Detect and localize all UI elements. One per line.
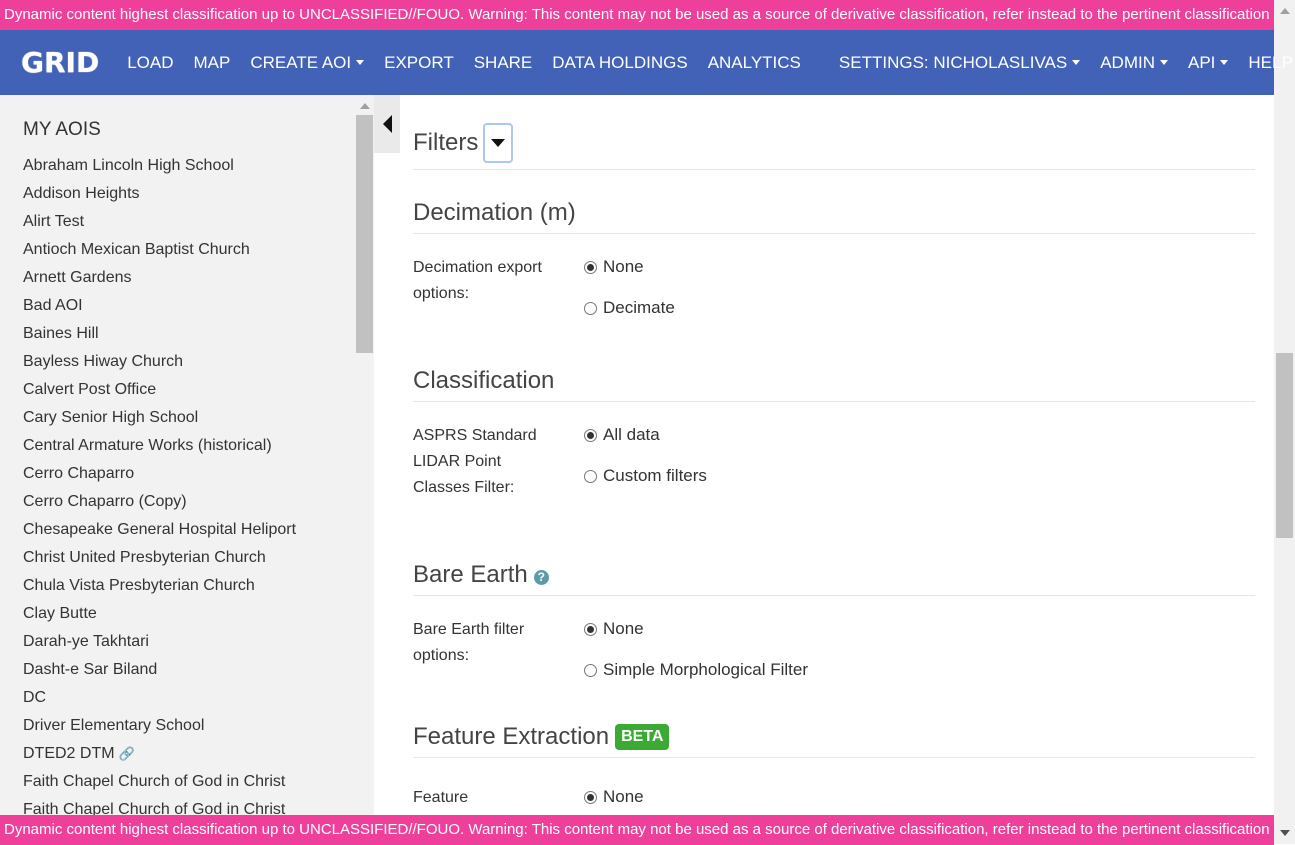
bare-earth-option-none[interactable]: None	[584, 619, 644, 639]
aoi-list-item[interactable]: Faith Chapel Church of God in Christ	[23, 799, 296, 815]
aoi-list-item[interactable]: Christ United Presbyterian Church	[23, 547, 296, 575]
caret-left-icon	[382, 115, 392, 133]
page-scrollbar-thumb[interactable]	[1276, 353, 1293, 538]
radio-button[interactable]	[584, 622, 597, 636]
radio-button[interactable]	[584, 469, 597, 483]
feature-extraction-label: Feature	[413, 789, 469, 806]
caret-down-icon	[356, 60, 365, 65]
aoi-list-item[interactable]: Cerro Chaparro (Copy)	[23, 491, 296, 519]
decimation-header: Decimation (m)	[413, 199, 1255, 234]
aoi-list-item[interactable]: Antioch Mexican Baptist Church	[23, 239, 296, 267]
nav-map[interactable]: MAP	[184, 53, 241, 73]
classification-banner-top: Dynamic content highest classification u…	[0, 0, 1274, 30]
sidebar-title: MY AOIS	[23, 119, 101, 140]
classification-label: ASPRS Standard LIDAR Point Classes Filte…	[413, 427, 537, 496]
decimation-option-none[interactable]: None	[584, 257, 644, 277]
aoi-list-item[interactable]: Clay Butte	[23, 603, 296, 631]
decimation-label: Decimation export options:	[413, 259, 542, 302]
nav-api[interactable]: API	[1178, 53, 1238, 73]
aoi-list-item[interactable]: Addison Heights	[23, 183, 296, 211]
aoi-list-item[interactable]: Chesapeake General Hospital Heliport	[23, 519, 296, 547]
beta-badge: BETA	[615, 724, 670, 750]
classification-banner-bottom: Dynamic content highest classification u…	[0, 815, 1274, 845]
bare-earth-header: Bare Earth ?	[413, 561, 1255, 596]
radio-button[interactable]	[584, 663, 597, 677]
filters-title: Filters	[413, 129, 479, 156]
scroll-down-arrow-icon[interactable]	[1280, 830, 1290, 836]
scroll-up-arrow-icon[interactable]	[360, 103, 370, 109]
radio-button[interactable]	[584, 260, 597, 274]
aoi-list-item[interactable]: Bad AOI	[23, 295, 296, 323]
nav-data-holdings[interactable]: DATA HOLDINGS	[542, 53, 697, 73]
nav-analytics[interactable]: ANALYTICS	[698, 53, 811, 73]
aoi-sidebar: MY AOIS Abraham Lincoln High School Addi…	[0, 95, 374, 815]
aoi-list-item[interactable]: Dasht-e Sar Biland	[23, 659, 296, 687]
nav-help[interactable]: HELP	[1238, 53, 1295, 73]
aoi-list-item[interactable]: Cary Senior High School	[23, 407, 296, 435]
caret-down-icon	[1159, 60, 1168, 65]
export-filters-panel: Filters Decimation (m) Decimation export…	[413, 95, 1255, 815]
top-navbar: GRID LOAD MAP CREATE AOI EXPORT SHARE DA…	[0, 30, 1293, 95]
aoi-list-item[interactable]: Calvert Post Office	[23, 379, 296, 407]
aoi-list-item[interactable]: Abraham Lincoln High School	[23, 155, 296, 183]
nav-share[interactable]: SHARE	[464, 53, 543, 73]
aoi-list-item[interactable]: DC	[23, 687, 296, 715]
bare-earth-option-smf[interactable]: Simple Morphological Filter	[584, 660, 808, 680]
scroll-up-arrow-icon[interactable]	[1280, 8, 1290, 14]
aoi-list-item[interactable]: Faith Chapel Church of God in Christ	[23, 771, 296, 799]
aoi-list-item[interactable]: Bayless Hiway Church	[23, 351, 296, 379]
classification-header: Classification	[413, 367, 1255, 402]
aoi-list-item[interactable]: Arnett Gardens	[23, 267, 296, 295]
nav-load[interactable]: LOAD	[117, 53, 183, 73]
feature-extraction-header: Feature Extraction BETA	[413, 723, 1255, 758]
nav-settings[interactable]: SETTINGS: NICHOLASLIVAS	[829, 53, 1090, 73]
help-icon[interactable]: ?	[533, 569, 549, 585]
aoi-list-item[interactable]: Driver Elementary School	[23, 715, 296, 743]
caret-down-icon	[1220, 60, 1229, 65]
sidebar-scrollbar-thumb[interactable]	[356, 115, 373, 353]
feature-extraction-option-none[interactable]: None	[584, 787, 644, 807]
aoi-list-item[interactable]: Baines Hill	[23, 323, 296, 351]
decimation-title: Decimation (m)	[413, 199, 576, 226]
radio-button[interactable]	[584, 790, 597, 804]
filters-header: Filters	[413, 123, 1255, 170]
classification-option-custom-filters[interactable]: Custom filters	[584, 466, 707, 486]
aoi-list-item[interactable]: Darah-ye Takhtari	[23, 631, 296, 659]
aoi-list-item[interactable]: Central Armature Works (historical)	[23, 435, 296, 463]
nav-create-aoi[interactable]: CREATE AOI	[240, 53, 374, 73]
grid-logo[interactable]: GRID	[21, 46, 99, 79]
feature-extraction-title: Feature Extraction	[413, 723, 610, 750]
caret-down-icon	[491, 139, 506, 147]
radio-button[interactable]	[584, 301, 597, 315]
classification-title: Classification	[413, 367, 555, 394]
aoi-list-item[interactable]: Alirt Test	[23, 211, 296, 239]
bare-earth-label: Bare Earth filter options:	[413, 621, 525, 664]
nav-export[interactable]: EXPORT	[374, 53, 464, 73]
link-icon: 🔗	[118, 746, 135, 761]
decimation-option-decimate[interactable]: Decimate	[584, 298, 675, 318]
radio-button[interactable]	[584, 428, 597, 442]
classification-option-all-data[interactable]: All data	[584, 425, 660, 445]
aoi-list-item[interactable]: Cerro Chaparro	[23, 463, 296, 491]
aoi-list-item[interactable]: Chula Vista Presbyterian Church	[23, 575, 296, 603]
aoi-list-item-label: DTED2 DTM	[23, 745, 115, 762]
filters-toggle-button[interactable]	[483, 123, 514, 163]
collapse-sidebar-button[interactable]	[374, 95, 400, 153]
aoi-list: Abraham Lincoln High School Addison Heig…	[23, 155, 296, 815]
caret-down-icon	[1072, 60, 1081, 65]
bare-earth-title: Bare Earth	[413, 561, 528, 588]
aoi-list-item-shared[interactable]: DTED2 DTM 🔗	[23, 743, 296, 771]
nav-admin[interactable]: ADMIN	[1090, 53, 1178, 73]
